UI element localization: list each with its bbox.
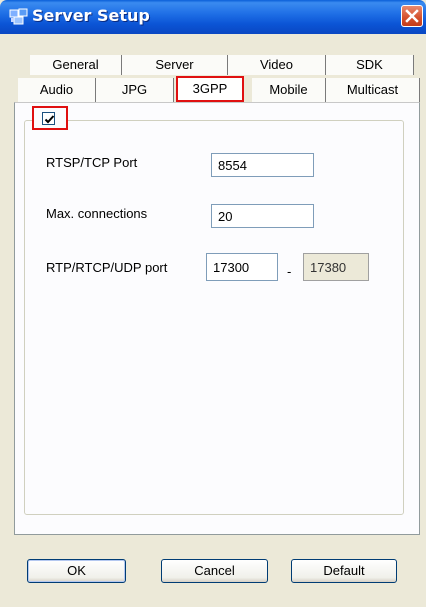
tab-label: General [52,57,99,72]
enable-3gpp-checkbox-highlight [32,106,68,130]
ok-button[interactable]: OK [27,559,126,583]
port-range-separator: - [287,264,292,279]
tab-jpg[interactable]: JPG [96,78,174,102]
max-connections-label: Max. connections [46,206,148,221]
tab-multicast[interactable]: Multicast [326,78,420,102]
default-button[interactable]: Default [291,559,397,583]
rtp-port-start-input[interactable] [206,253,278,281]
rtsp-port-input[interactable] [211,153,314,177]
tab-video[interactable]: Video [228,55,326,75]
tab-label: Server [155,57,194,72]
network-app-icon [9,8,29,26]
cancel-button[interactable]: Cancel [161,559,268,583]
title-bar[interactable]: Server Setup [0,0,426,34]
close-icon [405,9,419,23]
tab-3gpp[interactable]: 3GPP [176,76,244,102]
tab-server[interactable]: Server [122,55,228,75]
rtsp-port-label: RTSP/TCP Port [46,155,138,170]
checkmark-icon [44,115,55,124]
tab-audio[interactable]: Audio [18,78,96,102]
tab-label: Video [259,57,293,72]
tab-label: SDK [356,57,383,72]
rtp-port-end-input [303,253,369,281]
server-setup-window: Server Setup General Server Video SDK Au… [0,0,426,607]
window-title: Server Setup [32,6,150,25]
3gpp-settings-group [24,120,404,515]
tab-sdk[interactable]: SDK [326,55,414,75]
tab-label: 3GPP [192,81,228,96]
tab-general[interactable]: General [30,55,122,75]
tab-mobile[interactable]: Mobile [252,78,326,102]
tab-label: JPG [121,82,148,97]
rtp-port-label: RTP/RTCP/UDP port [46,260,168,275]
tab-label: Mobile [269,82,308,97]
enable-3gpp-checkbox[interactable] [42,112,55,125]
tab-label: Audio [39,82,74,97]
close-button[interactable] [401,5,423,27]
tab-label: Multicast [346,82,399,97]
max-connections-input[interactable] [211,204,314,228]
